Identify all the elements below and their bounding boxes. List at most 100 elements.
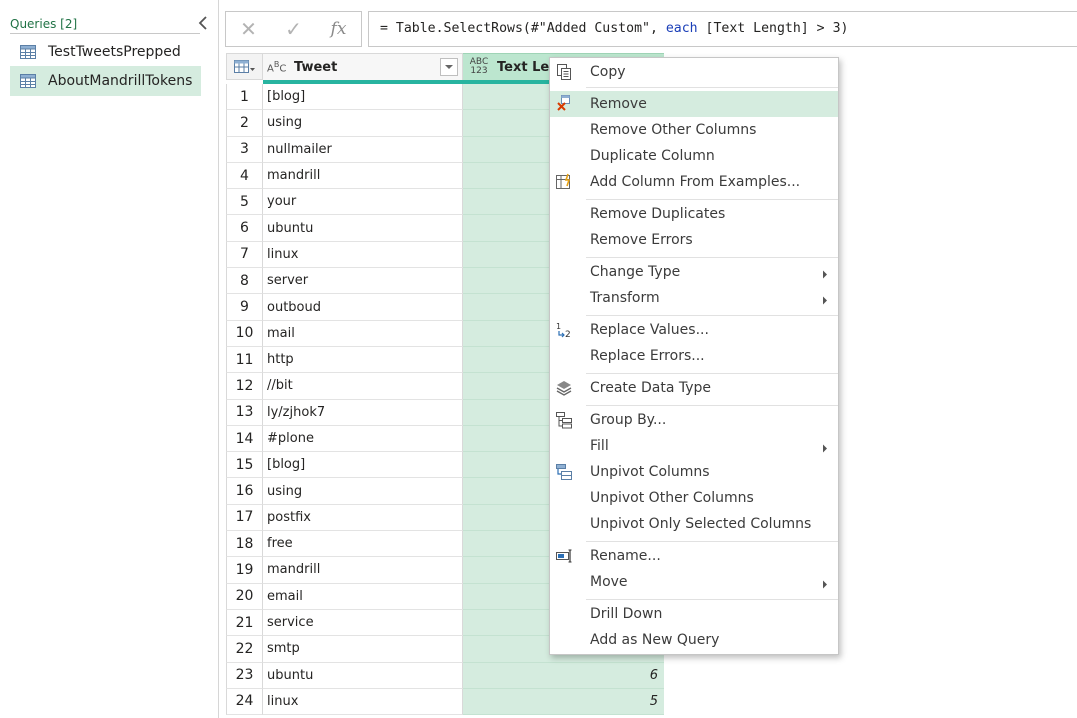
row-number[interactable]: 18 bbox=[226, 531, 263, 558]
menu-item-remove-duplicates[interactable]: Remove Duplicates bbox=[550, 201, 838, 227]
menu-item-label: Duplicate Column bbox=[590, 148, 715, 164]
menu-item-replace-errors[interactable]: Replace Errors... bbox=[550, 343, 838, 369]
cell-tweet[interactable]: outboud bbox=[263, 294, 463, 321]
replace-values-icon: 12 bbox=[555, 321, 573, 339]
menu-item-change-type[interactable]: Change Type bbox=[550, 259, 838, 285]
menu-item-remove[interactable]: Remove bbox=[550, 91, 838, 117]
cell-tweet[interactable]: free bbox=[263, 531, 463, 558]
cell-tweet[interactable]: mandrill bbox=[263, 557, 463, 584]
cell-tweet[interactable]: mail bbox=[263, 320, 463, 347]
menu-item-unpivot-other-columns[interactable]: Unpivot Other Columns bbox=[550, 485, 838, 511]
table-icon bbox=[20, 45, 36, 59]
cell-tweet[interactable]: service bbox=[263, 609, 463, 637]
row-number[interactable]: 2 bbox=[226, 110, 263, 137]
group-by-icon bbox=[555, 411, 573, 429]
cancel-formula-button[interactable]: ✕ bbox=[226, 12, 271, 46]
row-number[interactable]: 5 bbox=[226, 189, 263, 216]
query-item-aboutmandrilltokens[interactable]: AboutMandrillTokens bbox=[10, 66, 201, 96]
row-number[interactable]: 20 bbox=[226, 583, 263, 610]
table-menu-icon[interactable] bbox=[226, 53, 263, 80]
cell-tweet[interactable]: smtp bbox=[263, 636, 463, 663]
cell-tweet[interactable]: using bbox=[263, 110, 463, 137]
formula-text-prefix: = Table.SelectRows(#"Added Custom", bbox=[380, 21, 666, 36]
cell-tweet[interactable]: using bbox=[263, 478, 463, 505]
menu-item-label: Transform bbox=[590, 290, 660, 306]
cell-tweet[interactable]: email bbox=[263, 583, 463, 610]
row-number[interactable]: 3 bbox=[226, 136, 263, 163]
menu-item-remove-other-columns[interactable]: Remove Other Columns bbox=[550, 117, 838, 143]
formula-input[interactable]: = Table.SelectRows(#"Added Custom", each… bbox=[368, 11, 1077, 47]
query-item-testtweetsprepped[interactable]: TestTweetsPrepped bbox=[10, 37, 201, 67]
menu-item-drill-down[interactable]: Drill Down bbox=[550, 601, 838, 627]
row-number[interactable]: 24 bbox=[226, 688, 263, 716]
query-label: AboutMandrillTokens bbox=[48, 73, 193, 89]
menu-item-label: Drill Down bbox=[590, 606, 663, 622]
row-number[interactable]: 13 bbox=[226, 399, 263, 426]
row-number[interactable]: 10 bbox=[226, 320, 263, 347]
menu-item-label: Add as New Query bbox=[590, 632, 720, 648]
menu-item-replace-values[interactable]: 1 2 Replace Values... bbox=[550, 317, 838, 343]
menu-item-rename[interactable]: Rename... bbox=[550, 543, 838, 569]
cell-tweet[interactable]: linux bbox=[263, 688, 463, 716]
row-number[interactable]: 23 bbox=[226, 662, 263, 689]
cell-tweet[interactable]: [blog] bbox=[263, 84, 463, 111]
row-number[interactable]: 15 bbox=[226, 452, 263, 479]
cell-tweet[interactable]: server bbox=[263, 268, 463, 295]
row-number[interactable]: 21 bbox=[226, 609, 263, 637]
column-context-menu: Copy Remove Remove Other Columns Duplicate … bbox=[549, 57, 839, 655]
row-number[interactable]: 9 bbox=[226, 294, 263, 321]
cell-tweet[interactable]: #plone bbox=[263, 425, 463, 453]
submenu-arrow-icon bbox=[822, 267, 828, 283]
row-number[interactable]: 4 bbox=[226, 162, 263, 190]
cell-tweet[interactable]: linux bbox=[263, 241, 463, 269]
text-type-icon[interactable]: ABC bbox=[267, 60, 289, 74]
menu-item-duplicate-column[interactable]: Duplicate Column bbox=[550, 143, 838, 169]
any-type-icon[interactable]: ABC 123 bbox=[467, 58, 491, 76]
menu-item-fill[interactable]: Fill bbox=[550, 433, 838, 459]
menu-item-group-by[interactable]: Group By... bbox=[550, 407, 838, 433]
column-name: Tweet bbox=[294, 59, 338, 75]
row-number[interactable]: 8 bbox=[226, 268, 263, 295]
column-header-tweet[interactable]: ABC Tweet bbox=[263, 53, 463, 80]
cell-tweet[interactable]: ubuntu bbox=[263, 215, 463, 242]
menu-item-unpivot-columns[interactable]: Unpivot Columns bbox=[550, 459, 838, 485]
cell-tweet[interactable]: ubuntu bbox=[263, 662, 463, 689]
menu-item-label: Fill bbox=[590, 438, 609, 454]
menu-item-copy[interactable]: Copy bbox=[550, 59, 838, 85]
row-number[interactable]: 6 bbox=[226, 215, 263, 242]
menu-separator bbox=[586, 257, 838, 258]
row-number[interactable]: 14 bbox=[226, 425, 263, 453]
cell-tweet[interactable]: ly/zjhok7 bbox=[263, 399, 463, 426]
menu-item-unpivot-only-selected-columns[interactable]: Unpivot Only Selected Columns bbox=[550, 511, 838, 537]
row-number[interactable]: 17 bbox=[226, 504, 263, 532]
commit-formula-button[interactable]: ✓ bbox=[271, 12, 316, 46]
copy-icon bbox=[555, 63, 573, 81]
cell-tweet[interactable]: //bit bbox=[263, 373, 463, 400]
row-number[interactable]: 1 bbox=[226, 84, 263, 111]
cell-tweet[interactable]: http bbox=[263, 346, 463, 374]
row-number[interactable]: 12 bbox=[226, 373, 263, 400]
cell-tweet[interactable]: nullmailer bbox=[263, 136, 463, 163]
menu-item-transform[interactable]: Transform bbox=[550, 285, 838, 311]
cell-tweet[interactable]: your bbox=[263, 189, 463, 216]
row-number[interactable]: 7 bbox=[226, 241, 263, 269]
row-number[interactable]: 19 bbox=[226, 557, 263, 584]
cell-text-length[interactable]: 5 bbox=[463, 688, 664, 716]
collapse-pane-icon[interactable] bbox=[196, 14, 210, 32]
cell-tweet[interactable]: postfix bbox=[263, 504, 463, 532]
menu-item-label: Move bbox=[590, 574, 628, 590]
menu-item-add-column-from-examples[interactable]: Add Column From Examples... bbox=[550, 169, 838, 195]
row-number[interactable]: 16 bbox=[226, 478, 263, 505]
fx-button[interactable]: fx bbox=[316, 12, 361, 46]
cell-tweet[interactable]: mandrill bbox=[263, 162, 463, 190]
cell-tweet[interactable]: [blog] bbox=[263, 452, 463, 479]
menu-item-remove-errors[interactable]: Remove Errors bbox=[550, 227, 838, 253]
menu-item-create-data-type[interactable]: Create Data Type bbox=[550, 375, 838, 401]
menu-item-move[interactable]: Move bbox=[550, 569, 838, 595]
menu-separator bbox=[586, 373, 838, 374]
filter-dropdown-icon[interactable] bbox=[440, 58, 458, 76]
cell-text-length[interactable]: 6 bbox=[463, 662, 664, 689]
menu-item-add-as-new-query[interactable]: Add as New Query bbox=[550, 627, 838, 653]
row-number[interactable]: 11 bbox=[226, 346, 263, 374]
row-number[interactable]: 22 bbox=[226, 636, 263, 663]
